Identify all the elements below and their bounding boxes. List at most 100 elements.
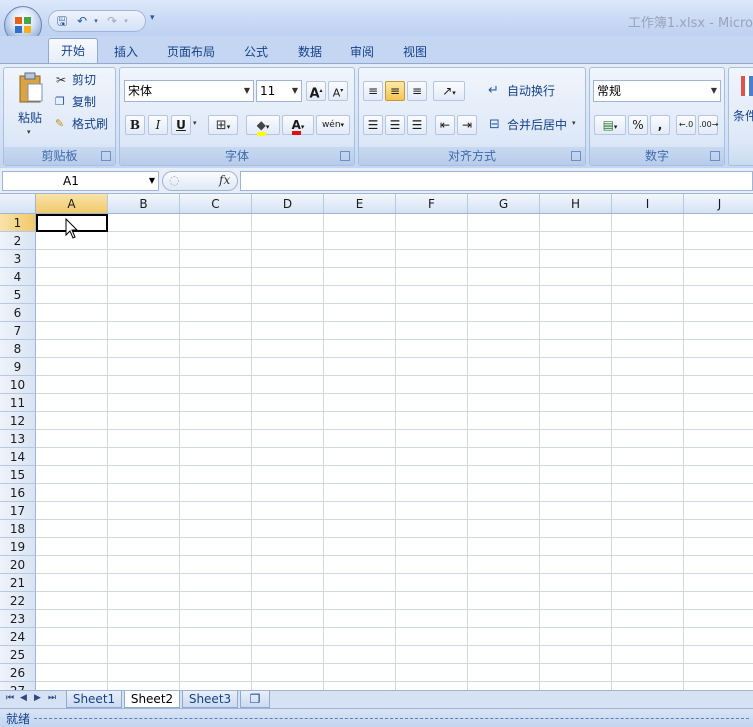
undo-icon[interactable]: ↶ xyxy=(75,14,89,28)
select-all-corner[interactable] xyxy=(0,194,36,213)
font-name-select[interactable]: 宋体 ▼ xyxy=(124,80,254,102)
font-name-dropdown-icon[interactable]: ▼ xyxy=(244,81,250,101)
column-header[interactable]: I xyxy=(612,194,684,213)
font-color-button[interactable]: A▾ xyxy=(282,115,314,135)
align-middle-button[interactable]: ≡ xyxy=(385,81,405,101)
row-header[interactable]: 1 xyxy=(0,214,36,232)
orientation-button[interactable]: ↗▾ xyxy=(433,81,465,101)
italic-button[interactable]: I xyxy=(148,115,168,135)
column-header[interactable]: B xyxy=(108,194,180,213)
tab-view[interactable]: 视图 xyxy=(393,40,437,64)
last-sheet-icon[interactable]: ⏭ xyxy=(48,693,56,703)
row-header[interactable]: 17 xyxy=(0,502,36,520)
row-header[interactable]: 3 xyxy=(0,250,36,268)
column-header[interactable]: G xyxy=(468,194,540,213)
row-header[interactable]: 6 xyxy=(0,304,36,322)
row-header[interactable]: 10 xyxy=(0,376,36,394)
row-header[interactable]: 8 xyxy=(0,340,36,358)
font-launcher-icon[interactable] xyxy=(340,151,350,161)
column-header[interactable]: D xyxy=(252,194,324,213)
underline-dropdown-icon[interactable]: ▾ xyxy=(193,119,197,127)
worksheet-grid[interactable]: ABCDEFGHIJ 1 2 3 4 5 6 7 8 9 10 11 12 13 14 15 16 17 18 19… xyxy=(0,194,753,690)
row-header[interactable]: 27 xyxy=(0,682,36,690)
first-sheet-icon[interactable]: ⏮ xyxy=(6,693,14,703)
row-header[interactable]: 24 xyxy=(0,628,36,646)
next-sheet-icon[interactable]: ▶ xyxy=(34,693,41,703)
formula-input[interactable] xyxy=(240,171,753,191)
name-box[interactable]: A1 ▼ xyxy=(2,171,159,191)
align-center-button[interactable]: ☰ xyxy=(385,115,405,135)
paste-icon[interactable] xyxy=(16,72,46,104)
wrap-text-button[interactable]: 自动换行 xyxy=(507,81,555,101)
row-header[interactable]: 13 xyxy=(0,430,36,448)
row-header[interactable]: 21 xyxy=(0,574,36,592)
sheet-tab-sheet2[interactable]: Sheet2 xyxy=(124,691,180,708)
row-header[interactable]: 2 xyxy=(0,232,36,250)
tab-home[interactable]: 开始 xyxy=(48,38,98,66)
redo-dropdown-icon[interactable]: ▾ xyxy=(119,14,133,28)
font-size-dropdown-icon[interactable]: ▼ xyxy=(292,81,298,101)
font-size-select[interactable]: 11 ▼ xyxy=(256,80,302,102)
comma-style-button[interactable]: , xyxy=(650,115,670,135)
merge-center-button[interactable]: 合并后居中 xyxy=(507,115,567,135)
decrease-decimal-button[interactable]: .00→ xyxy=(698,115,718,135)
column-header[interactable]: J xyxy=(684,194,753,213)
phonetic-button[interactable]: wén▾ xyxy=(316,115,350,135)
sheet-tab-sheet3[interactable]: Sheet3 xyxy=(182,691,238,708)
column-header[interactable]: E xyxy=(324,194,396,213)
row-header[interactable]: 9 xyxy=(0,358,36,376)
cut-button[interactable]: 剪切 xyxy=(72,70,96,90)
column-header[interactable]: A xyxy=(36,194,108,213)
align-bottom-button[interactable]: ≡ xyxy=(407,81,427,101)
copy-button[interactable]: 复制 xyxy=(72,92,96,112)
paste-button[interactable]: 粘贴 xyxy=(12,108,48,128)
row-header[interactable]: 14 xyxy=(0,448,36,466)
row-header[interactable]: 12 xyxy=(0,412,36,430)
column-header[interactable]: H xyxy=(540,194,612,213)
percent-button[interactable]: % xyxy=(628,115,648,135)
clipboard-launcher-icon[interactable] xyxy=(101,151,111,161)
insert-function-button[interactable]: fx xyxy=(219,173,230,187)
prev-sheet-icon[interactable]: ◀ xyxy=(20,693,27,703)
fill-color-button[interactable]: ◆▾ xyxy=(246,115,280,136)
underline-button[interactable]: U xyxy=(171,115,191,135)
increase-decimal-button[interactable]: ←.0 xyxy=(676,115,696,135)
row-header[interactable]: 20 xyxy=(0,556,36,574)
number-format-dropdown-icon[interactable]: ▼ xyxy=(711,81,717,101)
row-header[interactable]: 15 xyxy=(0,466,36,484)
align-right-button[interactable]: ☰ xyxy=(407,115,427,135)
alignment-launcher-icon[interactable] xyxy=(571,151,581,161)
column-header[interactable]: F xyxy=(396,194,468,213)
row-header[interactable]: 22 xyxy=(0,592,36,610)
merge-dropdown-icon[interactable]: ▾ xyxy=(572,119,576,127)
row-header[interactable]: 16 xyxy=(0,484,36,502)
row-header[interactable]: 19 xyxy=(0,538,36,556)
tab-review[interactable]: 审阅 xyxy=(340,40,384,64)
format-painter-button[interactable]: 格式刷 xyxy=(72,114,108,134)
save-icon[interactable]: 🖫 xyxy=(55,14,69,28)
name-box-dropdown-icon[interactable]: ▼ xyxy=(149,172,155,190)
column-header[interactable]: C xyxy=(180,194,252,213)
row-header[interactable]: 11 xyxy=(0,394,36,412)
insert-sheet-button[interactable]: ❐ xyxy=(240,691,270,708)
shrink-font-button[interactable]: A▾ xyxy=(328,81,348,101)
row-header[interactable]: 25 xyxy=(0,646,36,664)
tab-insert[interactable]: 插入 xyxy=(104,40,148,64)
sheet-tab-sheet1[interactable]: Sheet1 xyxy=(66,691,122,708)
row-header[interactable]: 23 xyxy=(0,610,36,628)
paste-dropdown-icon[interactable]: ▾ xyxy=(27,128,31,136)
undo-dropdown-icon[interactable]: ▾ xyxy=(89,14,103,28)
number-launcher-icon[interactable] xyxy=(710,151,720,161)
decrease-indent-button[interactable]: ⇤ xyxy=(435,115,455,135)
bold-button[interactable]: B xyxy=(125,115,145,135)
row-header[interactable]: 7 xyxy=(0,322,36,340)
row-header[interactable]: 5 xyxy=(0,286,36,304)
borders-button[interactable]: ⊞▾ xyxy=(208,115,238,135)
row-header[interactable]: 4 xyxy=(0,268,36,286)
align-top-button[interactable]: ≡ xyxy=(363,81,383,101)
expand-icon[interactable]: ◌ xyxy=(169,173,179,187)
accounting-format-button[interactable]: ▤▾ xyxy=(594,115,626,135)
number-format-select[interactable]: 常规 ▼ xyxy=(593,80,721,102)
grow-font-button[interactable]: A▴ xyxy=(306,81,326,101)
customize-qat-icon[interactable]: ▾ xyxy=(150,13,155,23)
